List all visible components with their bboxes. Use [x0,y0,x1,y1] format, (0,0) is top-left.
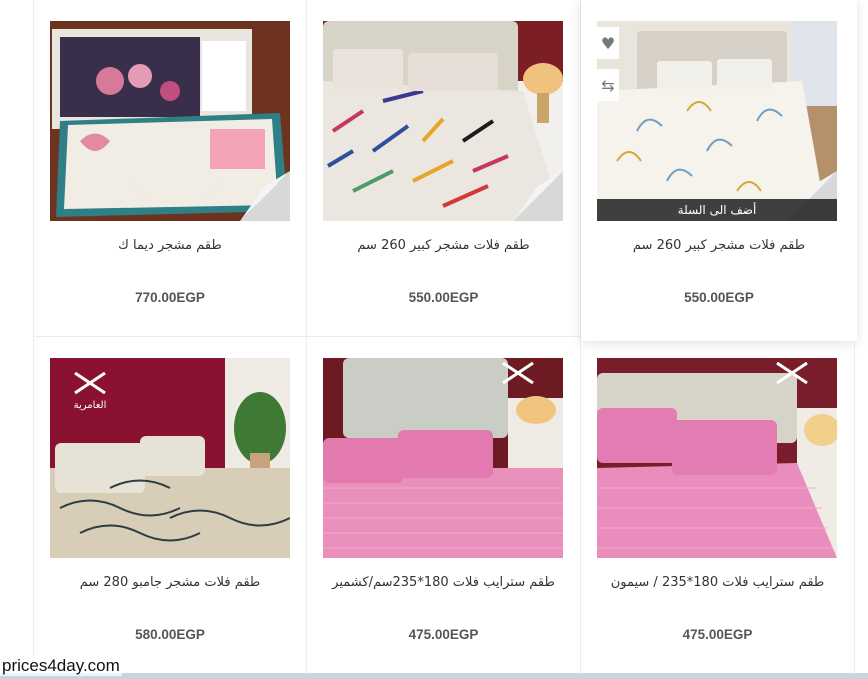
product-card[interactable]: طقم سترايب فلات 180*235 / سيمون 475.00EG… [581,337,855,674]
product-title[interactable]: طقم فلات مشجر كبير 260 سم [307,238,580,253]
product-title[interactable]: طقم مشجر ديما ك [34,238,306,253]
product-image[interactable] [323,21,563,221]
product-card[interactable]: العامرية طقم فلات مشجر جامبو 280 سم 580.… [33,337,307,674]
product-price: 550.00EGP [684,290,754,305]
product-image[interactable]: ♥ ⇆ أضف الى السلة [597,21,837,221]
product-card[interactable]: طقم مشجر ديما ك 770.00EGP [33,0,307,337]
product-price: 475.00EGP [682,627,753,642]
product-price: 475.00EGP [408,627,479,642]
compare-arrows-icon[interactable]: ⇆ [597,69,619,101]
product-title[interactable]: طقم فلات مشجر جامبو 280 سم [34,575,306,590]
product-image[interactable]: العامرية [50,358,290,558]
product-price: 770.00EGP [135,290,205,305]
product-title[interactable]: طقم فلات مشجر كبير 260 سم [581,238,857,253]
product-image[interactable] [323,358,563,558]
product-title[interactable]: طقم سترايب فلات 180*235 / سيمون [581,575,854,590]
product-title[interactable]: طقم سترايب فلات 180*235سم/كشمير [307,575,580,590]
site-watermark: prices4day.com [0,656,122,676]
product-card[interactable]: طقم سترايب فلات 180*235سم/كشمير 475.00EG… [307,337,581,674]
product-card[interactable]: ♥ ⇆ أضف الى السلة طقم فلات مشجر كبير 260… [581,0,857,341]
taskbar-strip [0,673,868,679]
product-grid: طقم مشجر ديما ك 770.00EGP طقم فلات مشجر … [0,0,868,679]
product-price: 550.00EGP [408,290,479,305]
brand-logo-text: العامرية [74,400,107,411]
product-price: 580.00EGP [135,627,205,642]
product-image[interactable] [50,21,290,221]
add-to-cart-button[interactable]: أضف الى السلة [597,199,837,221]
heart-icon[interactable]: ♥ [597,27,619,59]
product-card[interactable]: طقم فلات مشجر كبير 260 سم 550.00EGP [307,0,581,337]
product-image[interactable] [597,358,837,558]
